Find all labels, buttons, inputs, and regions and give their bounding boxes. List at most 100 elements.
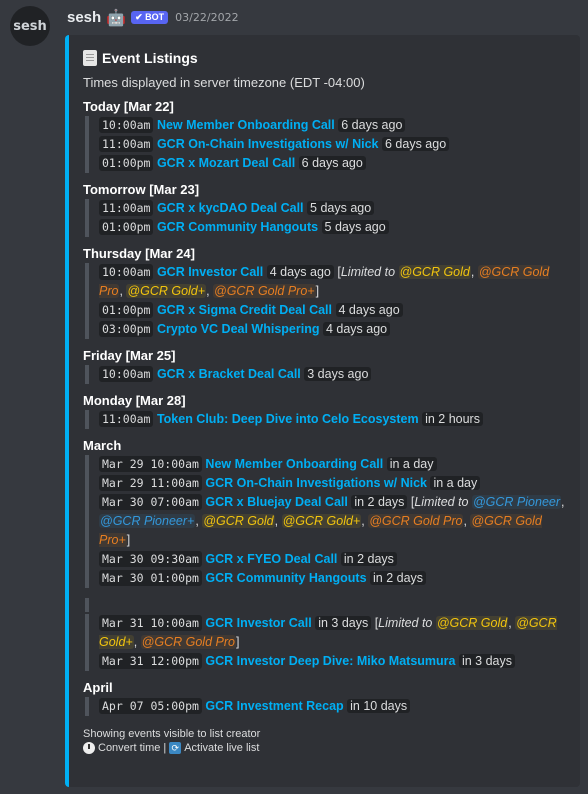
event-relative-time: 5 days ago <box>321 220 389 234</box>
event-row: 01:00pm GCR x Mozart Deal Call 6 days ag… <box>99 154 568 173</box>
event-time: 03:00pm <box>99 321 154 337</box>
section-heading: March <box>83 438 122 453</box>
event-row: 10:00am New Member Onboarding Call 6 day… <box>99 116 568 135</box>
section-heading: Thursday [Mar 24] <box>83 246 195 261</box>
event-relative-time: 4 days ago <box>266 265 334 279</box>
role-mention[interactable]: @GCR Gold <box>435 616 509 630</box>
event-row: 10:00am GCR Investor Call 4 days ago [Li… <box>99 264 550 298</box>
event-row: 10:00am GCR x Bracket Deal Call 3 days a… <box>99 365 568 384</box>
event-link[interactable]: GCR x kycDAO Deal Call <box>157 201 304 215</box>
event-link[interactable]: New Member Onboarding Call <box>157 118 335 132</box>
role-mention[interactable]: @GCR Gold Pro+ <box>213 284 316 298</box>
event-row: Mar 31 10:00am GCR Investor Call in 3 da… <box>99 615 557 649</box>
role-mention[interactable]: @GCR Gold Pro <box>368 514 464 528</box>
role-mention[interactable]: @GCR Pioneer <box>471 495 562 509</box>
event-relative-time: 6 days ago <box>338 118 406 132</box>
role-mention[interactable]: @GCR Gold <box>398 265 471 279</box>
event-time: 11:00am <box>99 136 154 152</box>
section-event-list: 10:00am New Member Onboarding Call 6 day… <box>85 116 568 173</box>
section-event-list: 11:00am GCR x kycDAO Deal Call 5 days ag… <box>85 199 568 237</box>
event-time: 10:00am <box>99 366 154 382</box>
event-time: Apr 07 05:00pm <box>99 698 202 714</box>
robot-icon: 🤖 <box>106 8 127 27</box>
section-event-list: Apr 07 05:00pm GCR Investment Recap in 1… <box>85 697 568 716</box>
limited-label: Limited to <box>378 616 436 630</box>
event-row: 03:00pm Crypto VC Deal Whispering 4 days… <box>99 320 568 339</box>
event-relative-time: in a day <box>430 476 481 490</box>
clock-icon[interactable] <box>83 742 95 754</box>
event-row: Mar 29 10:00am New Member Onboarding Cal… <box>99 455 568 474</box>
event-link[interactable]: Crypto VC Deal Whispering <box>157 322 320 336</box>
role-mention[interactable]: @GCR Gold+ <box>126 284 207 298</box>
limited-label: Limited to <box>340 265 399 279</box>
event-row: Mar 30 01:00pm GCR Community Hangouts in… <box>99 569 568 588</box>
event-relative-time: 3 days ago <box>304 367 372 381</box>
event-row: Mar 29 11:00am GCR On-Chain Investigatio… <box>99 474 568 493</box>
event-link[interactable]: GCR Investor Call <box>205 616 311 630</box>
event-link[interactable]: GCR On-Chain Investigations w/ Nick <box>157 137 379 151</box>
event-row: Mar 30 07:00am GCR x Bluejay Deal Call i… <box>99 494 565 547</box>
section-heading: April <box>83 680 113 695</box>
memo-icon <box>83 50 97 66</box>
role-mention[interactable]: @GCR Gold+ <box>281 514 362 528</box>
section-event-list: 11:00am Token Club: Deep Dive into Celo … <box>85 410 568 429</box>
event-time: 11:00am <box>99 411 154 427</box>
event-listings-embed: Event Listings Times displayed in server… <box>65 35 580 787</box>
footer-actions: Convert time | ⟳ Activate live list <box>83 742 568 754</box>
activate-live-link[interactable]: Activate live list <box>184 742 259 754</box>
event-relative-time: 6 days ago <box>298 156 366 170</box>
convert-time-link[interactable]: Convert time <box>98 742 160 754</box>
role-mention[interactable]: @GCR Gold Pro <box>140 635 236 649</box>
event-time: Mar 29 11:00am <box>99 475 202 491</box>
section-heading: Monday [Mar 28] <box>83 393 186 408</box>
event-time: Mar 30 07:00am <box>99 494 202 510</box>
event-relative-time: in 2 hours <box>422 412 483 426</box>
embed-footer: Showing events visible to list creator C… <box>83 728 568 754</box>
event-row: Apr 07 05:00pm GCR Investment Recap in 1… <box>99 697 568 716</box>
event-link[interactable]: GCR Community Hangouts <box>205 571 366 585</box>
event-row: Mar 30 09:30am GCR x FYEO Deal Call in 2… <box>99 550 568 569</box>
event-link[interactable]: GCR x FYEO Deal Call <box>205 552 337 566</box>
section-heading: Friday [Mar 25] <box>83 348 176 363</box>
event-link[interactable]: Token Club: Deep Dive into Celo Ecosyste… <box>157 412 419 426</box>
section-event-list: Mar 31 10:00am GCR Investor Call in 3 da… <box>85 614 568 671</box>
event-time: 10:00am <box>99 117 154 133</box>
refresh-icon[interactable]: ⟳ <box>169 742 182 754</box>
event-time: 01:00pm <box>99 219 154 235</box>
event-link[interactable]: GCR x Bluejay Deal Call <box>205 495 347 509</box>
username[interactable]: sesh <box>67 9 101 26</box>
event-link[interactable]: GCR Investment Recap <box>205 699 343 713</box>
event-link[interactable]: GCR Investor Deep Dive: Miko Matsumura <box>205 654 455 668</box>
event-relative-time: in 2 days <box>340 552 397 566</box>
bot-avatar[interactable]: sesh <box>10 6 50 46</box>
event-link[interactable]: GCR x Mozart Deal Call <box>157 156 295 170</box>
event-time: 01:00pm <box>99 302 154 318</box>
section-heading: Tomorrow [Mar 23] <box>83 182 200 197</box>
event-relative-time: 4 days ago <box>322 322 391 336</box>
message-header: sesh 🤖 ✔ BOT 03/22/2022 <box>67 8 239 27</box>
event-time: Mar 30 01:00pm <box>99 570 202 586</box>
event-link[interactable]: GCR x Sigma Credit Deal Call <box>157 303 332 317</box>
event-row: 11:00am Token Club: Deep Dive into Celo … <box>99 410 568 429</box>
event-row: 01:00pm GCR Community Hangouts 5 days ag… <box>99 218 568 237</box>
section-heading: Today [Mar 22] <box>83 99 174 114</box>
event-relative-time: 4 days ago <box>335 303 403 317</box>
footer-note: Showing events visible to list creator <box>83 728 261 740</box>
event-link[interactable]: GCR Investor Call <box>157 265 263 279</box>
event-link[interactable]: New Member Onboarding Call <box>205 457 383 471</box>
role-mention[interactable]: @GCR Pioneer+ <box>99 514 196 528</box>
timezone-note: Times displayed in server timezone (EDT … <box>83 75 365 90</box>
event-time: 01:00pm <box>99 155 154 171</box>
event-time: 11:00am <box>99 200 154 216</box>
section-event-list: 10:00am GCR x Bracket Deal Call 3 days a… <box>85 365 568 384</box>
bot-badge: ✔ BOT <box>131 11 169 24</box>
role-mention[interactable]: @GCR Gold <box>202 514 275 528</box>
event-relative-time: in 2 days <box>351 495 408 509</box>
event-link[interactable]: GCR Community Hangouts <box>157 220 318 234</box>
event-link[interactable]: GCR On-Chain Investigations w/ Nick <box>205 476 427 490</box>
event-row: 01:00pm GCR x Sigma Credit Deal Call 4 d… <box>99 301 568 320</box>
event-relative-time: in 10 days <box>347 699 411 713</box>
empty-quote-bar <box>85 598 568 612</box>
event-row: 11:00am GCR On-Chain Investigations w/ N… <box>99 135 568 154</box>
event-link[interactable]: GCR x Bracket Deal Call <box>157 367 301 381</box>
